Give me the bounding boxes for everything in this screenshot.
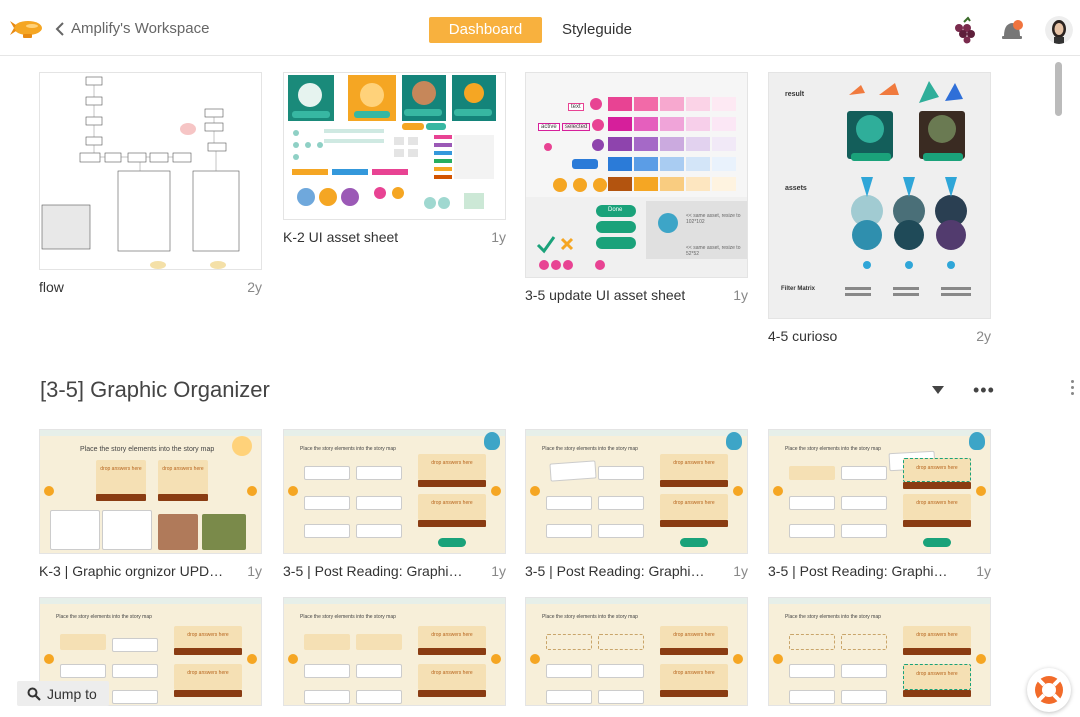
drop-zone: drop answers here xyxy=(903,458,971,482)
drop-zone: drop answers here xyxy=(418,454,486,480)
workspace-name: Amplify's Workspace xyxy=(71,20,210,37)
k2-asset-thumbnail[interactable] xyxy=(283,72,506,220)
selected-token-preview: selected xyxy=(562,123,591,131)
blimp-logo-icon[interactable] xyxy=(10,17,46,43)
resize-note-2: << same asset, resize to 52*52 xyxy=(686,245,741,257)
card-title: 4-5 curioso xyxy=(768,328,838,344)
organizer-prompt: Place the story elements into the story … xyxy=(56,614,152,620)
card-age: 1y xyxy=(247,563,262,579)
scrollbar-thumb[interactable] xyxy=(1055,62,1062,116)
back-to-workspace-link[interactable]: Amplify's Workspace xyxy=(55,20,209,37)
file-card-4-5-curioso[interactable]: result assets Filter Matrix 4-5 curioso 2… xyxy=(768,72,991,344)
grapes-avatar-icon[interactable] xyxy=(950,16,978,44)
file-card-row3-2[interactable]: Place the story elements into the story … xyxy=(283,597,506,706)
drop-zone: drop answers here xyxy=(903,664,971,690)
search-icon xyxy=(27,687,41,701)
card-title: K-2 UI asset sheet xyxy=(283,229,399,245)
jump-to-button[interactable]: Jump to xyxy=(17,681,109,706)
card-age: 1y xyxy=(733,287,748,303)
user-avatar[interactable] xyxy=(1045,16,1073,44)
file-card-3-5-update-ui-asset-sheet[interactable]: text active selected Done << same asset,… xyxy=(525,72,748,303)
active-token-preview: active xyxy=(538,123,560,131)
collapse-caret-icon[interactable] xyxy=(932,386,944,394)
card-age: 2y xyxy=(247,279,262,295)
file-card-flow[interactable]: flow 2y xyxy=(39,72,262,295)
side-panel-handle[interactable] xyxy=(1071,380,1075,398)
drop-zone: drop answers here xyxy=(903,494,971,520)
organizer-thumbnail[interactable]: Place the story elements into the story … xyxy=(283,597,506,706)
organizer-thumbnail[interactable]: Place the story elements into the story … xyxy=(283,429,506,554)
organizer-thumbnail[interactable]: Place the story elements into the story … xyxy=(768,429,991,554)
file-card-row3-3[interactable]: Place the story elements into the story … xyxy=(525,597,748,706)
scrollbar-track[interactable] xyxy=(1052,56,1064,706)
flow-thumbnail[interactable] xyxy=(39,72,262,270)
drop-zone: drop answers here xyxy=(660,626,728,648)
drop-zone: drop answers here xyxy=(418,664,486,690)
card-age: 1y xyxy=(976,563,991,579)
card-title: 3-5 update UI asset sheet xyxy=(525,287,686,303)
card-title: flow xyxy=(39,279,64,295)
drop-zone: drop answers here xyxy=(418,494,486,520)
organizer-thumbnail[interactable]: Place the story elements into the story … xyxy=(525,429,748,554)
drop-zone: drop answers here xyxy=(158,460,208,496)
top-bar: Amplify's Workspace Dashboard Styleguide xyxy=(0,0,1080,56)
card-title: 3-5 | Post Reading: Graphic org... xyxy=(283,563,468,579)
drop-zone: drop answers here xyxy=(418,626,486,648)
tab-styleguide[interactable]: Styleguide xyxy=(556,17,638,43)
curioso-preview xyxy=(845,81,971,296)
notifications-bell-icon[interactable] xyxy=(998,16,1026,44)
organizer-prompt: Place the story elements into the story … xyxy=(542,446,638,452)
file-card-row3-4[interactable]: Place the story elements into the story … xyxy=(768,597,991,706)
drop-zone: drop answers here xyxy=(660,664,728,690)
k3-organizer-thumbnail[interactable]: Place the story elements into the story … xyxy=(39,429,262,554)
jump-to-label: Jump to xyxy=(47,685,97,702)
card-age: 1y xyxy=(491,229,506,245)
drop-zone: drop answers here xyxy=(174,626,242,648)
tab-dashboard[interactable]: Dashboard xyxy=(429,17,542,43)
drop-zone: drop answers here xyxy=(96,460,146,496)
3-5-asset-thumbnail[interactable]: text active selected Done << same asset,… xyxy=(525,72,748,278)
card-title: 3-5 | Post Reading: Graphic org... xyxy=(768,563,953,579)
chevron-left-icon xyxy=(55,21,64,36)
drop-zone: drop answers here xyxy=(174,664,242,690)
organizer-prompt: Place the story elements into the story … xyxy=(542,614,638,620)
drop-zone: drop answers here xyxy=(903,626,971,648)
card-age: 1y xyxy=(491,563,506,579)
section-more-menu-icon[interactable]: ••• xyxy=(973,380,995,401)
flowchart-preview xyxy=(41,76,240,269)
section-title: [3-5] Graphic Organizer xyxy=(40,377,270,402)
resize-note-1: << same asset, resize to 102*102 xyxy=(686,213,741,225)
result-label: result xyxy=(785,91,805,98)
file-card-k2-ui-asset-sheet[interactable]: K-2 UI asset sheet 1y xyxy=(283,72,506,245)
filter-matrix-label: Filter Matrix xyxy=(781,286,816,292)
file-card-post-reading-1[interactable]: Place the story elements into the story … xyxy=(283,429,506,579)
drop-zone: drop answers here xyxy=(660,494,728,520)
asset-sheet-preview xyxy=(288,75,496,209)
organizer-thumbnail[interactable]: Place the story elements into the story … xyxy=(525,597,748,706)
card-title: 3-5 | Post Reading: Graphic org... xyxy=(525,563,710,579)
curioso-thumbnail[interactable]: result assets Filter Matrix xyxy=(768,72,991,319)
text-token-preview: text xyxy=(568,103,584,111)
card-age: 2y xyxy=(976,328,991,344)
drop-zone: drop answers here xyxy=(660,454,728,480)
organizer-prompt: Place the story elements into the story … xyxy=(785,446,881,452)
file-card-post-reading-2[interactable]: Place the story elements into the story … xyxy=(525,429,748,579)
organizer-prompt: Place the story elements into the story … xyxy=(80,446,215,453)
file-card-post-reading-3[interactable]: Place the story elements into the story … xyxy=(768,429,991,579)
organizer-thumbnail[interactable]: Place the story elements into the story … xyxy=(768,597,991,706)
lifebuoy-icon xyxy=(1035,676,1063,704)
organizer-prompt: Place the story elements into the story … xyxy=(300,614,396,620)
organizer-prompt: Place the story elements into the story … xyxy=(785,614,881,620)
file-card-k3-graphic-organizer[interactable]: Place the story elements into the story … xyxy=(39,429,262,579)
done-label-preview: Done xyxy=(608,207,623,213)
card-title: K-3 | Graphic orgnizor UPDATE xyxy=(39,563,224,579)
card-age: 1y xyxy=(733,563,748,579)
organizer-prompt: Place the story elements into the story … xyxy=(300,446,396,452)
assets-label: assets xyxy=(785,185,807,192)
help-button[interactable] xyxy=(1027,668,1071,712)
